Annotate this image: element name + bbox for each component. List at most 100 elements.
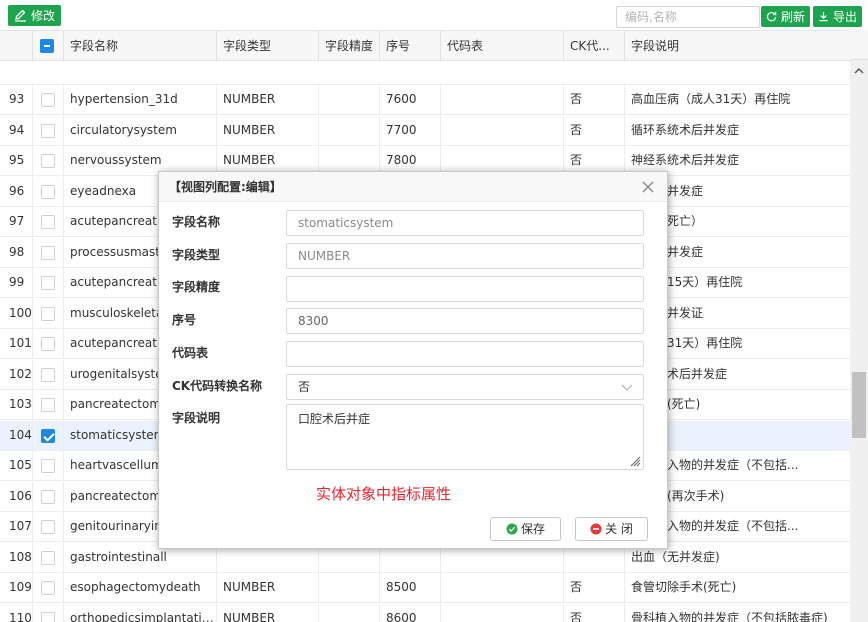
close-button-label: 关 闭 bbox=[605, 522, 633, 536]
row-checkbox[interactable] bbox=[41, 550, 55, 565]
search-input[interactable] bbox=[616, 6, 760, 28]
row-checkbox[interactable] bbox=[41, 428, 55, 443]
cell-type: NUMBER bbox=[217, 115, 319, 146]
row-number: 105 bbox=[0, 451, 33, 481]
row-checkbox[interactable] bbox=[41, 154, 55, 168]
cell-seq: 7700 bbox=[380, 115, 441, 146]
scroll-up-icon[interactable] bbox=[854, 66, 864, 76]
row-number: 97 bbox=[0, 207, 33, 237]
row-checkbox[interactable] bbox=[41, 489, 55, 504]
edit-button[interactable]: 修改 bbox=[8, 5, 62, 26]
cell-precision bbox=[319, 603, 380, 622]
select-cell bbox=[33, 542, 64, 573]
edit-icon bbox=[15, 9, 26, 22]
cell-type: NUMBER bbox=[217, 603, 319, 622]
seq-input[interactable] bbox=[286, 308, 644, 334]
select-all-checkbox[interactable] bbox=[40, 39, 54, 53]
table-row[interactable]: 94 circulatorysystem NUMBER 7700 否循环系统术后并发症 bbox=[0, 115, 850, 146]
export-button[interactable]: 导出 bbox=[813, 6, 863, 27]
row-checkbox[interactable] bbox=[41, 306, 55, 321]
code-table-input[interactable] bbox=[286, 341, 644, 367]
table-row[interactable]: 93 hypertension_31d NUMBER 7600 否高血压病（成人31天）… bbox=[0, 85, 850, 115]
select-cell bbox=[33, 268, 64, 298]
cell-desc: 骨科植入物的并发症（不包括脓毒症) bbox=[631, 610, 828, 622]
row-checkbox[interactable] bbox=[41, 611, 55, 622]
table-row[interactable]: 110 orthopedicsimplantation NUMBER 8600 否骨科植… bbox=[0, 603, 850, 622]
cell-code-table bbox=[441, 115, 564, 146]
select-cell bbox=[33, 359, 64, 390]
export-button-label: 导出 bbox=[833, 9, 858, 24]
select-cell bbox=[33, 176, 64, 207]
row-number: 109 bbox=[0, 573, 33, 603]
select-cell bbox=[33, 146, 64, 176]
table-row[interactable] bbox=[0, 55, 850, 85]
refresh-icon bbox=[766, 11, 777, 22]
cell-seq: 8600 bbox=[380, 603, 441, 622]
row-number: 101 bbox=[0, 329, 33, 359]
cell-ck: 否 bbox=[564, 115, 625, 146]
row-checkbox[interactable] bbox=[41, 215, 55, 229]
cell-desc: 高血压病（成人31天）再住院 bbox=[631, 92, 791, 106]
row-number: 95 bbox=[0, 146, 33, 176]
field-type-input[interactable] bbox=[286, 243, 644, 269]
dialog-title: 【视图列配置:编辑】 bbox=[169, 180, 282, 194]
save-button-label: 保存 bbox=[520, 522, 545, 536]
row-number: 107 bbox=[0, 512, 33, 542]
row-checkbox[interactable] bbox=[41, 398, 55, 412]
row-checkbox[interactable] bbox=[41, 459, 55, 473]
desc-label: 字段说明 bbox=[172, 411, 221, 425]
field-type-label: 字段类型 bbox=[172, 248, 221, 262]
field-precision-input[interactable] bbox=[286, 276, 644, 302]
row-checkbox[interactable] bbox=[41, 93, 55, 107]
row-checkbox[interactable] bbox=[41, 123, 55, 138]
scrollbar-thumb[interactable] bbox=[852, 372, 866, 438]
row-number: 103 bbox=[0, 390, 33, 420]
description-note: 实体对象中指标属性 bbox=[316, 485, 452, 503]
cell-ck: 否 bbox=[564, 573, 625, 603]
row-number: 93 bbox=[0, 85, 33, 115]
ck-select[interactable]: 否 bbox=[286, 374, 644, 400]
cell-type: NUMBER bbox=[217, 573, 319, 603]
check-circle-icon bbox=[506, 523, 518, 535]
cell-desc: 食管切除手术(死亡) bbox=[631, 580, 737, 594]
row-checkbox[interactable] bbox=[41, 337, 55, 351]
vertical-scrollbar[interactable] bbox=[850, 60, 868, 622]
chevron-down-icon bbox=[621, 384, 633, 391]
close-icon[interactable] bbox=[641, 180, 655, 194]
cell-name: hypertension_31d bbox=[64, 85, 217, 115]
scrollbar-corner bbox=[850, 30, 868, 60]
row-checkbox[interactable] bbox=[41, 520, 55, 534]
code-table-label: 代码表 bbox=[172, 346, 209, 360]
table-row[interactable]: 109 esophagectomydeath NUMBER 8500 否食管切除手术(死… bbox=[0, 573, 850, 603]
select-cell bbox=[33, 603, 64, 622]
row-checkbox[interactable] bbox=[41, 276, 55, 290]
select-cell bbox=[33, 451, 64, 481]
refresh-button[interactable]: 刷新 bbox=[761, 6, 811, 27]
field-name-label: 字段名称 bbox=[172, 215, 221, 229]
select-cell bbox=[33, 481, 64, 512]
cell-ck: 否 bbox=[564, 85, 625, 115]
field-name-input[interactable] bbox=[286, 210, 644, 236]
row-number: 108 bbox=[0, 542, 33, 573]
row-number: 96 bbox=[0, 176, 33, 207]
select-cell bbox=[33, 115, 64, 146]
row-checkbox[interactable] bbox=[41, 245, 55, 260]
ck-label: CK代码转换名称 bbox=[172, 379, 263, 393]
select-cell bbox=[33, 390, 64, 420]
row-number: 110 bbox=[0, 603, 33, 622]
cell-type: NUMBER bbox=[217, 85, 319, 115]
select-cell bbox=[33, 420, 64, 451]
save-button[interactable]: 保存 bbox=[490, 517, 561, 541]
close-button[interactable]: 关 闭 bbox=[575, 517, 648, 541]
row-checkbox[interactable] bbox=[41, 184, 55, 199]
cell-seq: 7600 bbox=[380, 85, 441, 115]
cell-code-table bbox=[441, 603, 564, 622]
row-checkbox[interactable] bbox=[41, 581, 55, 595]
row-checkbox[interactable] bbox=[41, 367, 55, 382]
cell-precision bbox=[319, 573, 380, 603]
minus-circle-icon bbox=[590, 523, 602, 535]
row-number: 100 bbox=[0, 298, 33, 329]
desc-textarea[interactable] bbox=[286, 404, 644, 470]
row-number: 102 bbox=[0, 359, 33, 390]
resize-grip-icon[interactable] bbox=[629, 455, 641, 467]
